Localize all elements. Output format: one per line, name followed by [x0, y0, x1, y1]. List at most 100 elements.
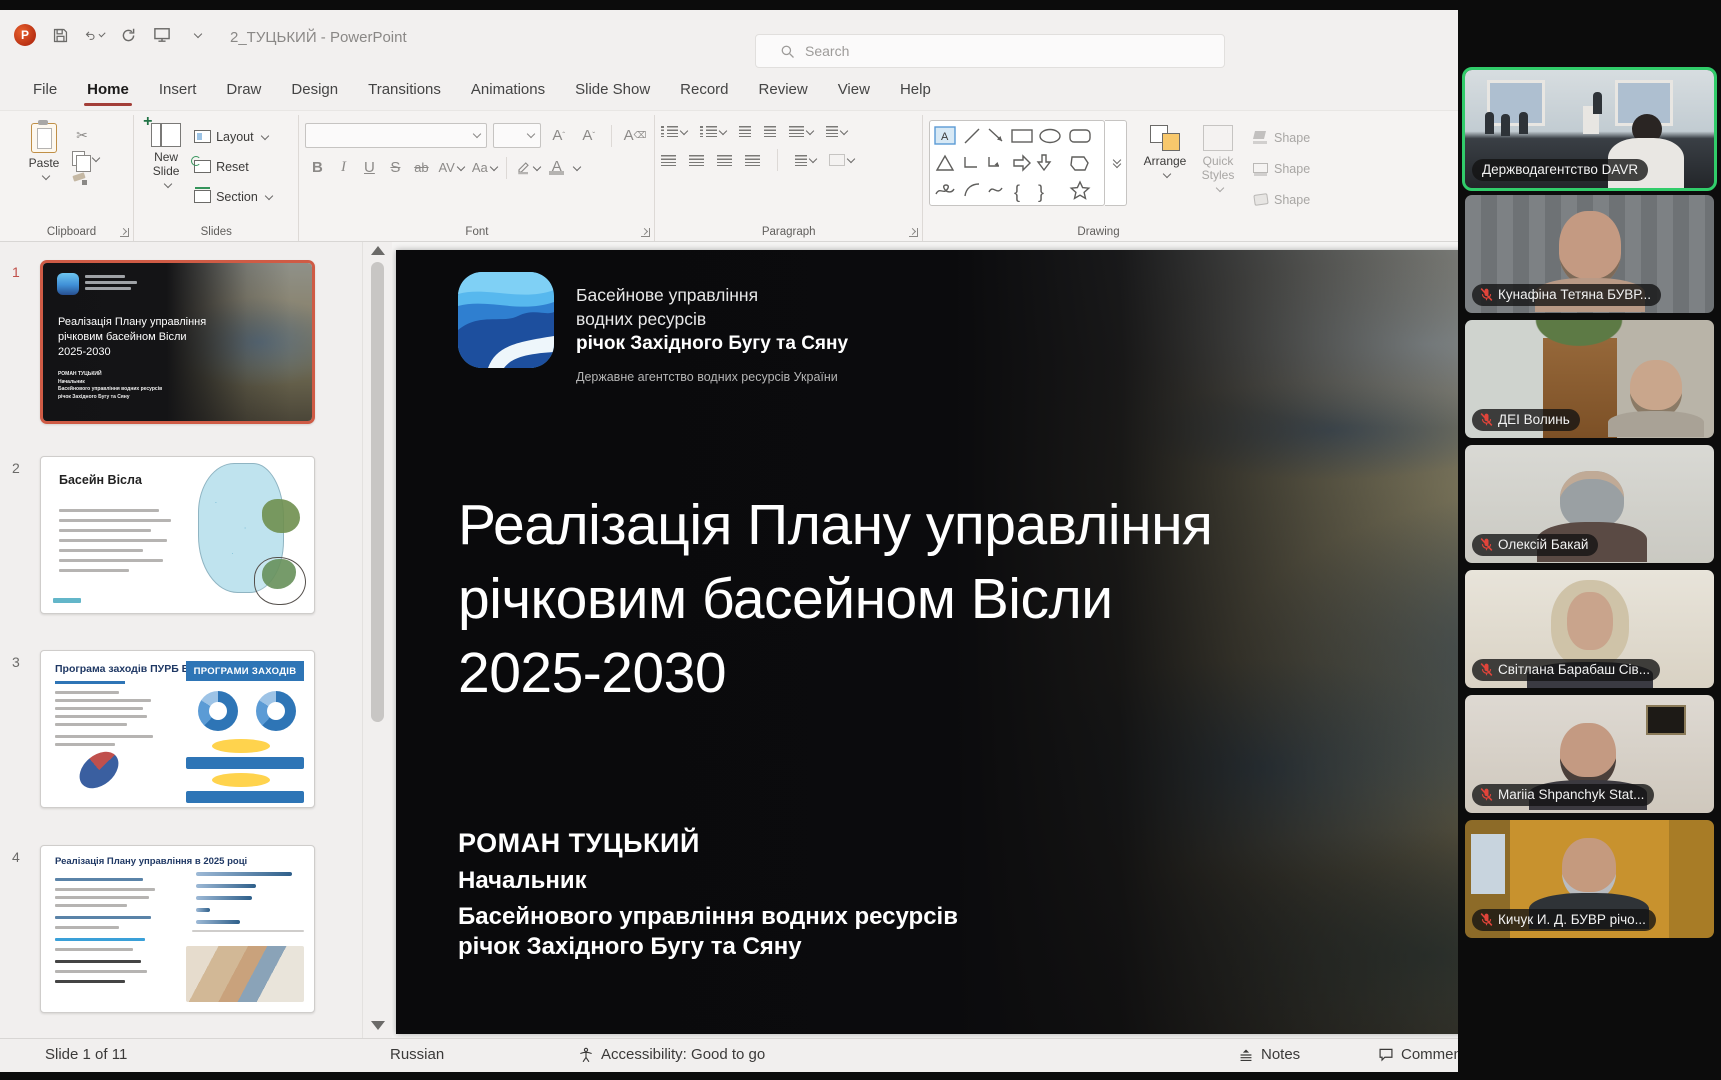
- bold-button[interactable]: B: [305, 155, 329, 180]
- clear-formatting-button[interactable]: A⌫: [622, 123, 649, 148]
- font-name-combo[interactable]: [305, 123, 486, 148]
- tab-view[interactable]: View: [823, 71, 885, 110]
- shape-effects-icon: [1253, 193, 1269, 206]
- muted-mic-icon: [1479, 412, 1494, 427]
- scroll-up-arrow-icon[interactable]: [371, 246, 385, 255]
- tab-home[interactable]: Home: [72, 71, 144, 110]
- slide-1-editor[interactable]: Басейнове управління водних ресурсів річ…: [396, 250, 1460, 1034]
- tab-slide-show[interactable]: Slide Show: [560, 71, 665, 110]
- quick-access-toolbar: P: [14, 24, 206, 46]
- shapes-gallery-more-button[interactable]: [1105, 120, 1127, 206]
- decrease-font-button[interactable]: Aˇ: [577, 123, 601, 148]
- shapes-gallery[interactable]: A: [929, 120, 1105, 206]
- participant-tile-5[interactable]: Світлана Барабаш Сів...: [1465, 570, 1714, 688]
- align-left-button[interactable]: [661, 155, 676, 166]
- smartart-button[interactable]: [829, 154, 854, 166]
- bar-chart-row-5: [196, 920, 240, 924]
- search-box[interactable]: Search: [755, 34, 1225, 68]
- cut-button[interactable]: ✂: [72, 125, 92, 145]
- muted-mic-icon: [1479, 537, 1494, 552]
- align-center-button[interactable]: [689, 155, 704, 166]
- notes-button[interactable]: Notes: [1238, 1046, 1300, 1063]
- justify-button[interactable]: [745, 155, 760, 166]
- arrange-button[interactable]: Arrange: [1137, 117, 1193, 177]
- participant-tile-7[interactable]: Кичук И. Д. БУВР річо...: [1465, 820, 1714, 938]
- new-slide-button[interactable]: New Slide: [140, 117, 192, 221]
- participant-tile-3[interactable]: ДЕІ Волинь: [1465, 320, 1714, 438]
- numbering-button[interactable]: [700, 126, 726, 137]
- shape-effects-button[interactable]: Shape: [1251, 186, 1312, 213]
- decrease-indent-button[interactable]: [739, 126, 751, 137]
- shape-outline-button[interactable]: Shape: [1251, 155, 1312, 182]
- text-direction-button[interactable]: [826, 126, 847, 137]
- org-name-line2: водних ресурсів: [576, 308, 848, 332]
- slide-1-thumbnail[interactable]: Реалізація Плану управління річковим бас…: [40, 260, 315, 424]
- character-spacing-button[interactable]: AV: [435, 155, 466, 180]
- powerpoint-logo-icon[interactable]: P: [14, 24, 36, 46]
- notes-icon: [1238, 1048, 1254, 1062]
- group-slides: New Slide Layout Reset Section Slides: [134, 115, 299, 241]
- layout-button[interactable]: Layout: [192, 123, 274, 150]
- slide-1-preview: Реалізація Плану управління річковим бас…: [43, 263, 312, 421]
- save-icon[interactable]: [50, 25, 70, 45]
- font-color-button[interactable]: A: [545, 155, 569, 180]
- format-painter-button[interactable]: [72, 172, 87, 185]
- scroll-down-arrow-icon[interactable]: [371, 1021, 385, 1030]
- italic-button[interactable]: I: [331, 155, 355, 180]
- bullets-button[interactable]: [661, 126, 687, 137]
- shape-fill-button[interactable]: Shape: [1251, 124, 1312, 151]
- cost-bar-1: [186, 757, 304, 769]
- title-bar: P 2_ТУЦЬКИЙ - PowerPoint Search: [0, 10, 1460, 66]
- align-right-button[interactable]: [717, 155, 732, 166]
- slide-4-thumbnail[interactable]: Реалізація Плану управління в 2025 році: [40, 845, 315, 1013]
- thumbnail-scrollbar[interactable]: [362, 242, 392, 1038]
- section-icon: [194, 190, 211, 203]
- clipboard-dialog-launcher[interactable]: [120, 228, 129, 237]
- slide-2-thumbnail[interactable]: Басейн Вісла: [40, 456, 315, 614]
- tab-record[interactable]: Record: [665, 71, 743, 110]
- tab-draw[interactable]: Draw: [211, 71, 276, 110]
- text-highlight-button[interactable]: [513, 155, 543, 180]
- underline-button[interactable]: U: [357, 155, 381, 180]
- status-bar: Slide 1 of 11 Russian Accessibility: Goo…: [0, 1038, 1460, 1072]
- language-indicator[interactable]: Russian: [390, 1046, 444, 1063]
- tab-help[interactable]: Help: [885, 71, 946, 110]
- tab-insert[interactable]: Insert: [144, 71, 212, 110]
- tab-file[interactable]: File: [18, 71, 72, 110]
- accessibility-checker[interactable]: Accessibility: Good to go: [578, 1046, 765, 1063]
- copy-button[interactable]: [72, 151, 99, 166]
- font-size-combo[interactable]: [493, 123, 541, 148]
- redo-icon[interactable]: [118, 25, 138, 45]
- tab-transitions[interactable]: Transitions: [353, 71, 456, 110]
- participant-tile-2[interactable]: Кунафіна Тетяна БУВР...: [1465, 195, 1714, 313]
- participant-tile-6[interactable]: Mariia Shpanchyk Stat...: [1465, 695, 1714, 813]
- increase-indent-button[interactable]: [764, 126, 776, 137]
- scrollbar-thumb[interactable]: [371, 262, 384, 722]
- customize-toolbar-icon[interactable]: [186, 25, 206, 45]
- reset-button[interactable]: Reset: [192, 153, 274, 180]
- cost-highlight-1: [212, 739, 270, 753]
- participant-tile-4[interactable]: Олексій Бакай: [1465, 445, 1714, 563]
- measures-pie-chart: [73, 744, 126, 795]
- muted-mic-icon: [1479, 912, 1494, 927]
- font-dialog-launcher[interactable]: [641, 228, 650, 237]
- paste-button[interactable]: Paste: [16, 117, 72, 221]
- undo-icon[interactable]: [84, 25, 104, 45]
- tab-review[interactable]: Review: [744, 71, 823, 110]
- muted-mic-icon: [1479, 287, 1494, 302]
- start-slideshow-icon[interactable]: [152, 25, 172, 45]
- section-button[interactable]: Section: [192, 183, 274, 210]
- shadow-button[interactable]: S: [383, 155, 407, 180]
- increase-font-button[interactable]: Aˆ: [547, 123, 571, 148]
- bar-chart-row-2: [196, 884, 256, 888]
- slide-3-thumbnail[interactable]: Програма заходів ПУРБ Вісли ПРОГРАМИ ЗАХ…: [40, 650, 315, 808]
- tab-design[interactable]: Design: [276, 71, 353, 110]
- quick-styles-button[interactable]: Quick Styles: [1193, 117, 1243, 191]
- line-spacing-button[interactable]: [789, 126, 813, 137]
- participant-tile-1[interactable]: Держводагентство DAVR: [1465, 70, 1714, 188]
- participant-6-nameplate: Mariia Shpanchyk Stat...: [1472, 784, 1654, 806]
- columns-button[interactable]: [795, 155, 816, 166]
- change-case-button[interactable]: Aa: [469, 155, 500, 180]
- tab-animations[interactable]: Animations: [456, 71, 560, 110]
- strikethrough-button[interactable]: ab: [409, 155, 433, 180]
